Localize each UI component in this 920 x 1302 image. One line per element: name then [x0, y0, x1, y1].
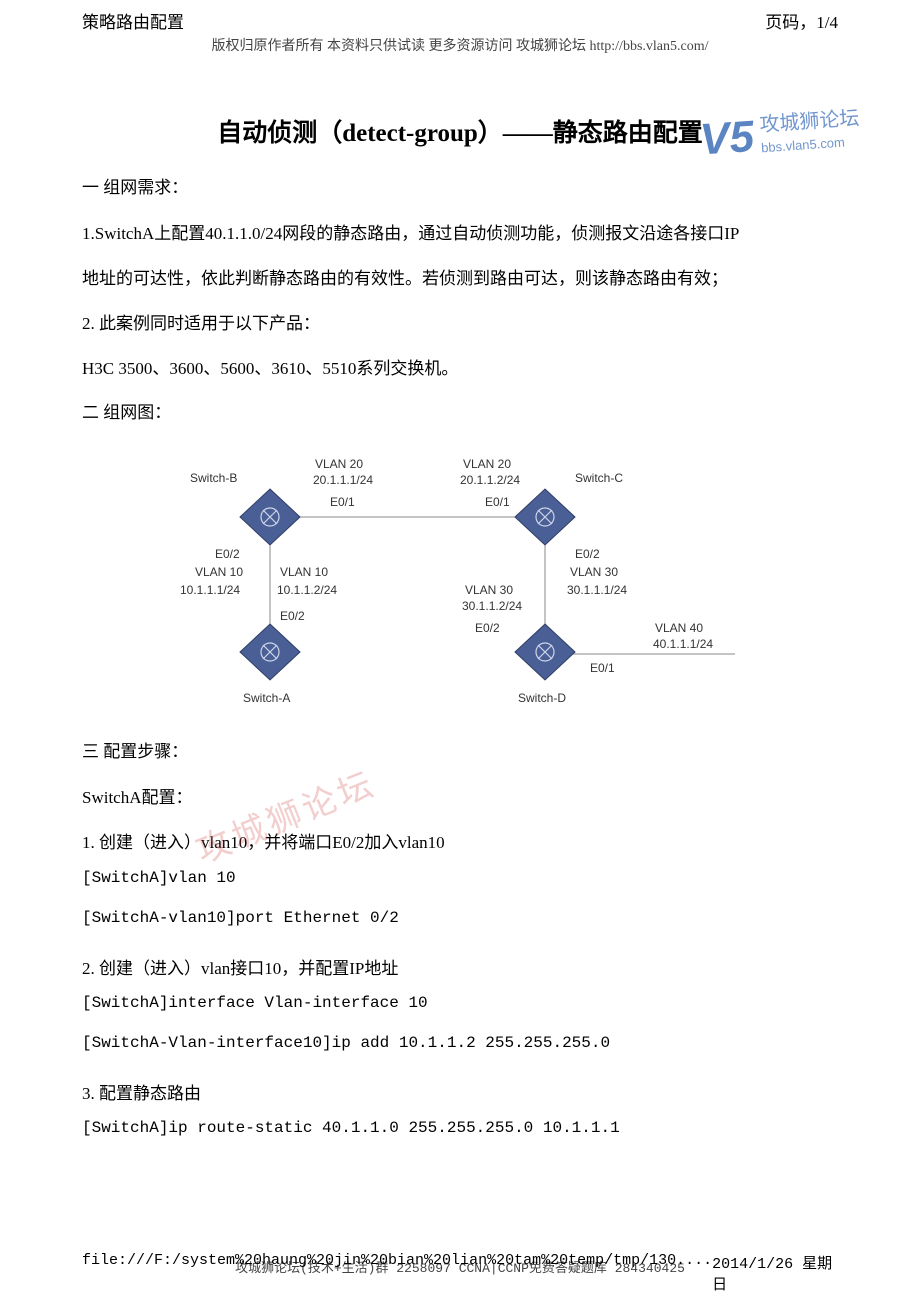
network-diagram: Switch-B Switch-C Switch-A Switch-D VLAN… [175, 439, 745, 719]
body-text: 1.SwitchA上配置40.1.1.0/24网段的静态路由，通过自动侦测功能，… [82, 214, 838, 253]
diagram-label: E0/2 [280, 609, 305, 623]
diagram-label: 10.1.1.2/24 [277, 583, 337, 597]
diagram-label: VLAN 30 [465, 583, 513, 597]
body-text: 1. 创建（进入）vlan10，并将端口E0/2加入vlan10 [82, 823, 838, 862]
diagram-label-switch-a: Switch-A [243, 691, 290, 705]
page-number: 页码，1/4 [765, 8, 838, 33]
diagram-label: E0/1 [485, 495, 510, 509]
diagram-label: VLAN 10 [195, 565, 243, 579]
diagram-label: E0/1 [330, 495, 355, 509]
body-text: H3C 3500、3600、5600、3610、5510系列交换机。 [82, 349, 838, 388]
diagram-label: E0/2 [575, 547, 600, 561]
page-title: 自动侦测（detect-group）——静态路由配置 [82, 113, 838, 149]
diagram-label: 10.1.1.1/24 [180, 583, 240, 597]
code-line: [SwitchA]vlan 10 [82, 869, 838, 887]
doc-header-left: 策略路由配置 [82, 8, 184, 33]
diagram-label: VLAN 10 [280, 565, 328, 579]
diagram-label: VLAN 20 [315, 457, 363, 471]
diagram-label: VLAN 20 [463, 457, 511, 471]
diagram-label-switch-c: Switch-C [575, 471, 623, 485]
diagram-label: 20.1.1.2/24 [460, 473, 520, 487]
body-text: SwitchA配置： [82, 778, 838, 817]
diagram-label: 30.1.1.1/24 [567, 583, 627, 597]
diagram-label: E0/2 [475, 621, 500, 635]
footer-date: 2014/1/26 星期日 [712, 1252, 838, 1294]
code-line: [SwitchA-vlan10]port Ethernet 0/2 [82, 909, 838, 927]
section-1-heading: 一 组网需求： [82, 173, 838, 198]
footer-file-path: file:///F:/system%20haung%20jin%20bian%2… [82, 1252, 712, 1294]
diagram-label: E0/1 [590, 661, 615, 675]
diagram-label-switch-b: Switch-B [190, 471, 237, 485]
section-2-heading: 二 组网图： [82, 398, 838, 423]
code-line: [SwitchA]ip route-static 40.1.1.0 255.25… [82, 1119, 838, 1137]
body-text: 3. 配置静态路由 [82, 1074, 838, 1113]
diagram-label: 30.1.1.2/24 [462, 599, 522, 613]
code-line: [SwitchA]interface Vlan-interface 10 [82, 994, 838, 1012]
diagram-label: 40.1.1.1/24 [653, 637, 713, 651]
body-text: 地址的可达性，依此判断静态路由的有效性。若侦测到路由可达，则该静态路由有效； [82, 259, 838, 298]
body-text: 2. 此案例同时适用于以下产品： [82, 304, 838, 343]
section-3-heading: 三 配置步骤： [82, 737, 838, 762]
diagram-label: VLAN 30 [570, 565, 618, 579]
diagram-label-switch-d: Switch-D [518, 691, 566, 705]
diagram-label: VLAN 40 [655, 621, 703, 635]
diagram-label: E0/2 [215, 547, 240, 561]
code-line: [SwitchA-Vlan-interface10]ip add 10.1.1.… [82, 1034, 838, 1052]
copyright-line: 版权归原作者所有 本资料只供试读 更多资源访问 攻城狮论坛 http://bbs… [82, 35, 838, 55]
body-text: 2. 创建（进入）vlan接口10，并配置IP地址 [82, 949, 838, 988]
diagram-label: 20.1.1.1/24 [313, 473, 373, 487]
